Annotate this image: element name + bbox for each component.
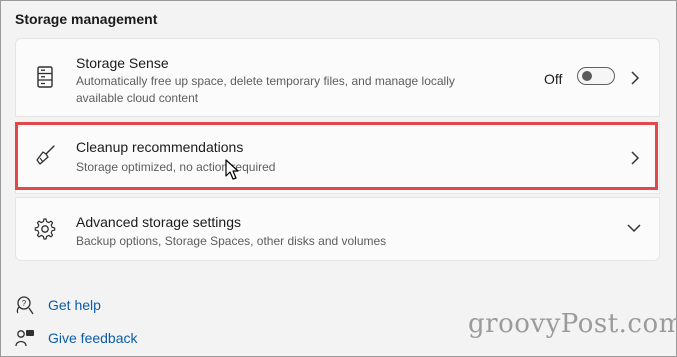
advanced-storage-settings-row[interactable]: Advanced storage settings Backup options… — [15, 197, 660, 261]
toggle-knob — [582, 71, 592, 81]
advanced-storage-description: Backup options, Storage Spaces, other di… — [76, 234, 387, 248]
gear-icon — [34, 218, 56, 240]
mouse-cursor-icon — [225, 159, 239, 180]
cleanup-recommendations-row[interactable]: Cleanup recommendations Storage optimize… — [15, 122, 660, 194]
get-help-link[interactable]: Get help — [48, 297, 101, 313]
storage-sense-toggle[interactable] — [577, 67, 615, 85]
storage-sense-row[interactable]: Storage Sense Automatically free up spac… — [15, 38, 660, 117]
advanced-storage-title: Advanced storage settings — [76, 214, 241, 230]
chevron-right-icon[interactable] — [629, 151, 641, 165]
toggle-state-label: Off — [544, 71, 563, 87]
cleanup-title: Cleanup recommendations — [76, 139, 244, 155]
storage-sense-description: Automatically free up space, delete temp… — [76, 74, 455, 105]
help-icon: ? — [16, 296, 34, 315]
cleanup-description: Storage optimized, no action required — [76, 160, 276, 174]
broom-icon — [34, 144, 56, 166]
svg-text:?: ? — [22, 299, 27, 308]
feedback-icon — [15, 330, 34, 347]
section-title: Storage management — [15, 11, 158, 27]
give-feedback-link[interactable]: Give feedback — [48, 330, 138, 346]
chevron-right-icon[interactable] — [629, 71, 641, 85]
drive-icon — [34, 66, 56, 88]
storage-sense-title: Storage Sense — [76, 55, 169, 71]
chevron-down-icon[interactable] — [627, 222, 641, 234]
watermark: groovyPost.com — [468, 309, 677, 339]
